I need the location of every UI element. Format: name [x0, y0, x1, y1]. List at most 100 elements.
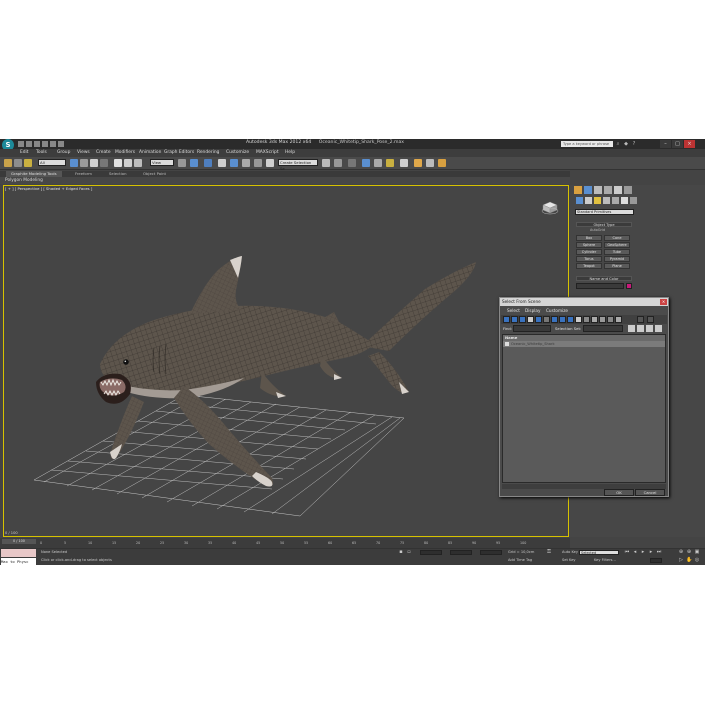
menu-help[interactable]: Help: [285, 150, 295, 155]
auto-key-button[interactable]: Auto Key: [562, 550, 578, 554]
rect-selection-icon[interactable]: [90, 159, 98, 167]
display-bones-icon[interactable]: [567, 316, 574, 323]
display-tab-icon[interactable]: [614, 186, 622, 194]
edit-set-icon[interactable]: [637, 325, 644, 332]
menu-customize[interactable]: Customize: [226, 150, 249, 155]
help-icon[interactable]: ?: [631, 141, 637, 147]
snaps-toggle-icon[interactable]: [218, 159, 226, 167]
dialog-title-bar[interactable]: Select From Scene ×: [500, 298, 668, 306]
space-warps-icon[interactable]: [621, 197, 628, 204]
cameras-icon[interactable]: [603, 197, 610, 204]
list-item[interactable]: Oceanic_Whitetip_Shark: [503, 341, 665, 347]
add-time-tag[interactable]: Add Time Tag: [508, 558, 532, 562]
move-icon[interactable]: [114, 159, 122, 167]
go-to-start-icon[interactable]: ⏮: [624, 549, 630, 555]
systems-icon[interactable]: [630, 197, 637, 204]
perspective-viewport[interactable]: [ + ] [ Perspective ] [ Shaded + Edged F…: [3, 185, 569, 537]
menu-tools[interactable]: Tools: [36, 150, 47, 155]
pivot-center-icon[interactable]: [178, 159, 186, 167]
maximize-button[interactable]: □: [672, 140, 683, 148]
project-folder-icon[interactable]: [58, 141, 64, 147]
zoom-all-icon[interactable]: ⊕: [686, 549, 692, 555]
select-link-icon[interactable]: [4, 159, 12, 167]
current-frame-field[interactable]: [650, 558, 662, 563]
cone-button[interactable]: Cone: [604, 235, 630, 241]
menu-modifiers[interactable]: Modifiers: [115, 150, 135, 155]
config-set-icon[interactable]: [655, 325, 662, 332]
find-input[interactable]: [513, 325, 551, 332]
menu-create[interactable]: Create: [96, 150, 111, 155]
undo-icon[interactable]: [42, 141, 48, 147]
display-helpers-icon[interactable]: [535, 316, 542, 323]
cylinder-button[interactable]: Cylinder: [576, 249, 602, 255]
selection-filter-dropdown[interactable]: All: [38, 159, 66, 166]
next-frame-icon[interactable]: ▸: [648, 549, 654, 555]
tube-button[interactable]: Tube: [604, 249, 630, 255]
menu-group[interactable]: Group: [57, 150, 70, 155]
cancel-button[interactable]: Cancel: [635, 489, 665, 496]
teapot-button[interactable]: Teapot: [576, 263, 602, 269]
geosphere-button[interactable]: GeoSphere: [604, 242, 630, 248]
menu-rendering[interactable]: Rendering: [197, 150, 219, 155]
edit-named-sets-icon[interactable]: [266, 159, 274, 167]
absolute-mode-icon[interactable]: ▫: [406, 549, 412, 555]
zoom-icon[interactable]: ⊕: [678, 549, 684, 555]
motion-tab-icon[interactable]: [604, 186, 612, 194]
z-coordinate-field[interactable]: [480, 550, 502, 555]
selection-set-dropdown[interactable]: [583, 325, 623, 332]
render-production-icon[interactable]: [438, 159, 446, 167]
box-button[interactable]: Box: [576, 235, 602, 241]
display-groups-icon[interactable]: [551, 316, 558, 323]
lights-icon[interactable]: [594, 197, 601, 204]
autogrid-checkbox[interactable]: AutoGrid: [590, 228, 605, 232]
search-icon[interactable]: ⌕: [615, 141, 621, 147]
maxscript-listener[interactable]: [1, 549, 36, 557]
select-manipulate-icon[interactable]: [190, 159, 198, 167]
set-key-button[interactable]: Set Key: [562, 558, 576, 562]
display-hidden-icon[interactable]: [591, 316, 598, 323]
remove-set-icon[interactable]: [646, 325, 653, 332]
dialog-close-button[interactable]: ×: [660, 299, 667, 305]
field-of-view-icon[interactable]: ▷: [678, 557, 684, 563]
save-file-icon[interactable]: [34, 141, 40, 147]
viewcube-icon[interactable]: [541, 201, 559, 215]
render-setup-icon[interactable]: [414, 159, 422, 167]
material-editor-icon[interactable]: [400, 159, 408, 167]
shapes-icon[interactable]: [585, 197, 592, 204]
graphite-toggle-icon[interactable]: [362, 159, 370, 167]
sphere-button[interactable]: Sphere: [576, 242, 602, 248]
play-icon[interactable]: ▸: [640, 549, 646, 555]
schematic-view-icon[interactable]: [386, 159, 394, 167]
display-cameras-icon[interactable]: [527, 316, 534, 323]
create-tab-icon[interactable]: [574, 186, 582, 194]
category-dropdown[interactable]: Standard Primitives: [575, 209, 634, 215]
select-by-name-icon[interactable]: [80, 159, 88, 167]
dialog-menu-display[interactable]: Display: [525, 308, 540, 313]
pan-icon[interactable]: ✋: [686, 557, 692, 563]
sort-icon[interactable]: [647, 316, 654, 323]
rotate-icon[interactable]: [124, 159, 132, 167]
display-lights-icon[interactable]: [519, 316, 526, 323]
key-filters-button[interactable]: Key Filters...: [594, 558, 616, 562]
bind-space-warp-icon[interactable]: [24, 159, 32, 167]
object-color-swatch[interactable]: [626, 283, 632, 289]
subscription-icon[interactable]: ◆: [623, 141, 629, 147]
keyboard-shortcut-icon[interactable]: [204, 159, 212, 167]
dialog-menu-select[interactable]: Select: [507, 308, 520, 313]
menu-maxscript[interactable]: MAXScript: [256, 150, 279, 155]
scale-icon[interactable]: [134, 159, 142, 167]
close-button[interactable]: ×: [684, 140, 695, 148]
layer-manager-icon[interactable]: [348, 159, 356, 167]
mirror-icon[interactable]: [322, 159, 330, 167]
filter-icon[interactable]: [637, 316, 644, 323]
display-invert-icon[interactable]: [615, 316, 622, 323]
modify-tab-icon[interactable]: [584, 186, 592, 194]
search-input[interactable]: Type a keyword or phrase: [561, 141, 613, 147]
y-coordinate-field[interactable]: [450, 550, 472, 555]
unlink-icon[interactable]: [14, 159, 22, 167]
go-to-end-icon[interactable]: ⏭: [656, 549, 662, 555]
viewport-label[interactable]: [ + ] [ Perspective ] [ Shaded + Edged F…: [5, 186, 92, 191]
geometry-icon[interactable]: [576, 197, 583, 204]
dialog-menu-customize[interactable]: Customize: [546, 308, 568, 313]
redo-icon[interactable]: [50, 141, 56, 147]
